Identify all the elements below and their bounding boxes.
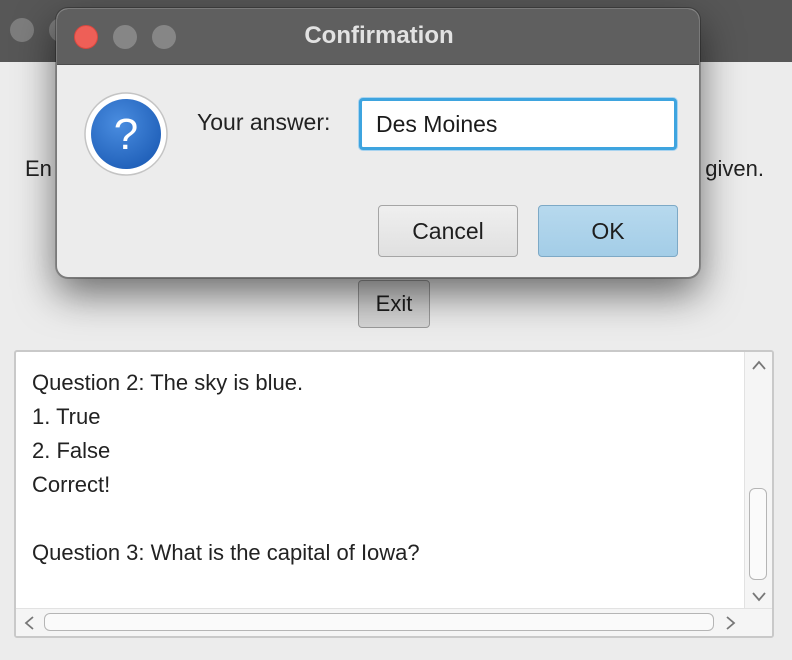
output-line: 1. True xyxy=(32,404,101,429)
exit-button[interactable]: Exit xyxy=(358,280,430,328)
instruction-text-right: given. xyxy=(705,156,764,181)
dialog-close-button[interactable] xyxy=(74,25,98,49)
dialog-maximize-button[interactable] xyxy=(152,25,176,49)
vertical-scroll-thumb[interactable] xyxy=(749,488,767,580)
main-close-button[interactable] xyxy=(10,18,34,42)
output-line: 2. False xyxy=(32,438,111,463)
dialog-minimize-button[interactable] xyxy=(113,25,137,49)
cancel-button[interactable]: Cancel xyxy=(378,205,518,257)
horizontal-scroll-thumb[interactable] xyxy=(44,613,714,631)
answer-label: Your answer: xyxy=(197,109,331,135)
output-lines: Question 2: The sky is blue. 1. True 2. … xyxy=(32,366,420,570)
question-icon: ? xyxy=(84,92,168,176)
output-line: Question 3: What is the capital of Iowa? xyxy=(32,540,420,565)
ok-button[interactable]: OK xyxy=(538,205,678,257)
scroll-up-arrow-icon[interactable] xyxy=(751,358,767,372)
output-line: Question 2: The sky is blue. xyxy=(32,370,304,395)
scroll-down-arrow-icon[interactable] xyxy=(751,590,767,604)
instruction-text-left: En xyxy=(25,156,52,181)
dialog-titlebar: Confirmation xyxy=(57,9,699,65)
confirmation-dialog: Confirmation ? Your answer: Cancel OK xyxy=(56,8,700,278)
vertical-scrollbar[interactable] xyxy=(744,352,772,608)
horizontal-scrollbar[interactable] xyxy=(16,608,772,636)
output-text-area[interactable]: Question 2: The sky is blue. 1. True 2. … xyxy=(14,350,774,638)
scroll-right-arrow-icon[interactable] xyxy=(724,615,738,631)
answer-input[interactable] xyxy=(359,98,677,150)
scroll-left-arrow-icon[interactable] xyxy=(22,615,36,631)
question-glyph: ? xyxy=(114,110,138,159)
output-line: Correct! xyxy=(32,472,111,497)
